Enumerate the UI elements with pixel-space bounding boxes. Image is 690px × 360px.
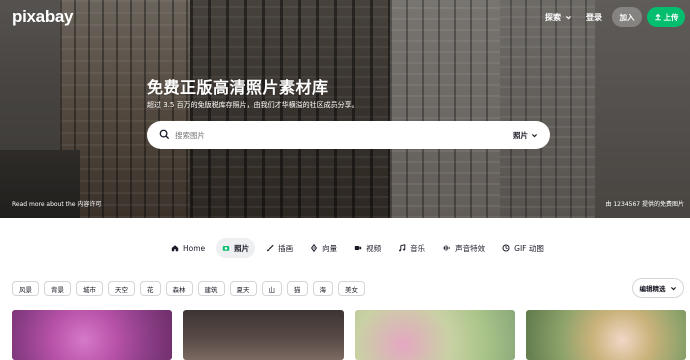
tag-chip[interactable]: 城市	[76, 281, 103, 296]
tab-home[interactable]: Home	[165, 238, 211, 258]
tag-chip[interactable]: 夏天	[229, 281, 257, 296]
tab-label: 插画	[278, 243, 294, 253]
sort-label: 编辑精选	[639, 285, 666, 293]
search-icon[interactable]	[159, 129, 170, 140]
pen-icon	[311, 244, 318, 252]
image-thumbnail[interactable]	[526, 310, 686, 360]
tag-chip[interactable]: 森林	[165, 281, 193, 296]
tab-label: 照片	[234, 243, 250, 253]
tag-chip[interactable]: 美女	[338, 281, 365, 296]
music-icon	[399, 244, 406, 252]
upload-button[interactable]: 上传	[647, 7, 685, 27]
tag-chip[interactable]: 海	[312, 281, 333, 296]
photo-credit[interactable]: 由 1234567 提供的免费图片	[605, 199, 684, 208]
chevron-down-icon	[566, 16, 571, 20]
tab-videos[interactable]: 视频	[348, 238, 387, 258]
top-navigation: pixabay 探索 登录 加入 上传	[0, 0, 690, 36]
hero-banner: pixabay 探索 登录 加入 上传 免费正版高清照片素材库 超过 3.5 百…	[0, 0, 690, 218]
license-credit[interactable]: Read more about the 内容许可	[12, 199, 101, 208]
image-thumbnail[interactable]	[12, 310, 172, 360]
tag-chip[interactable]: 建筑	[197, 281, 225, 296]
tab-illustrations[interactable]: 插画	[260, 238, 299, 258]
media-tabs: Home 照片 插画 向量 视频 音乐 声音特效 GIF 动图	[165, 238, 550, 258]
explore-label: 探索	[545, 13, 561, 22]
home-icon	[171, 245, 179, 252]
tab-photos[interactable]: 照片	[216, 238, 256, 258]
page-title: 免费正版高清照片素材库	[147, 78, 329, 97]
media-type-label: 照片	[513, 131, 528, 140]
tab-label: 音乐	[410, 243, 426, 253]
tag-chip[interactable]: 风景	[12, 281, 39, 296]
hero-subtitle: 超过 3.5 百万的免版税库存照片，由我们才华横溢的社区成员分享。	[147, 101, 359, 109]
tab-music[interactable]: 音乐	[392, 238, 431, 258]
upload-label: 上传	[663, 12, 679, 22]
join-button[interactable]: 加入	[612, 7, 642, 27]
camera-icon	[222, 246, 230, 251]
tag-chips: 风景 背景 城市 天空 花 森林 建筑 夏天 山 猫 海 美女	[12, 281, 365, 296]
tag-chip[interactable]: 天空	[108, 281, 135, 296]
explore-menu[interactable]: 探索	[545, 12, 572, 23]
sort-select[interactable]: 编辑精选	[632, 278, 684, 298]
media-type-select[interactable]: 照片	[513, 130, 538, 141]
tab-vectors[interactable]: 向量	[304, 238, 343, 258]
video-icon	[354, 246, 362, 250]
brush-icon	[266, 244, 274, 252]
tab-label: Home	[183, 243, 206, 253]
tab-label: GIF 动图	[514, 243, 544, 253]
tag-chip[interactable]: 猫	[287, 281, 308, 296]
tab-sound-effects[interactable]: 声音特效	[436, 238, 491, 258]
upload-icon	[654, 13, 661, 21]
logo[interactable]: pixabay	[12, 7, 74, 27]
login-link[interactable]: 登录	[586, 12, 602, 23]
image-thumbnail[interactable]	[355, 310, 515, 360]
tab-gifs[interactable]: GIF 动图	[496, 238, 550, 258]
search-bar: 照片	[147, 121, 550, 149]
tab-label: 声音特效	[455, 243, 486, 253]
image-thumbnail[interactable]	[183, 310, 344, 360]
tab-label: 视频	[366, 243, 382, 253]
chevron-down-icon	[532, 134, 537, 138]
tag-chip[interactable]: 花	[140, 281, 161, 296]
sound-icon	[443, 245, 450, 251]
tag-chip[interactable]: 山	[261, 281, 282, 296]
tab-label: 向量	[322, 243, 338, 253]
chevron-down-icon	[670, 286, 676, 290]
tag-chip[interactable]: 背景	[44, 281, 71, 296]
gif-icon	[502, 244, 510, 252]
search-input[interactable]	[175, 126, 475, 144]
